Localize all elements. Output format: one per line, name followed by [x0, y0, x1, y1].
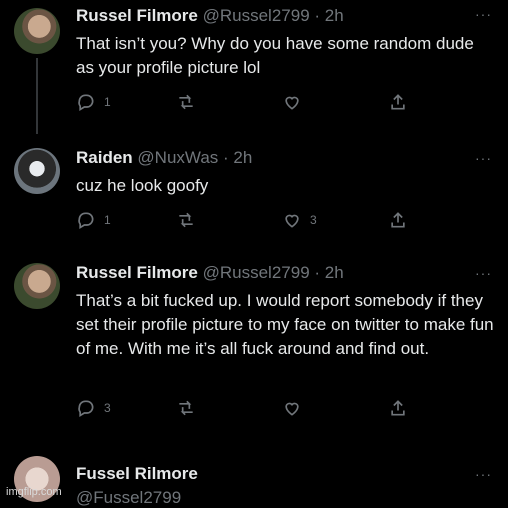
more-icon[interactable]: ···	[475, 265, 492, 281]
tweet-3[interactable]: Russel Filmore @Russel2799 · 2h ··· That…	[0, 255, 508, 435]
tweet-actions: 3	[76, 398, 406, 420]
tweet-time[interactable]: · 2h	[314, 6, 343, 25]
author-handle[interactable]: @Fussel2799	[76, 488, 181, 508]
reply-button[interactable]: 1	[76, 210, 111, 230]
like-icon	[285, 214, 299, 228]
like-count: 3	[310, 213, 317, 227]
like-button[interactable]: 3	[282, 210, 317, 230]
tweet-actions: 1	[76, 92, 406, 114]
reply-icon	[78, 400, 94, 417]
share-icon	[391, 212, 405, 228]
reply-count: 3	[104, 401, 111, 415]
tweet-time[interactable]: · 2h	[223, 148, 252, 167]
tweet-header: Raiden @NuxWas · 2h	[76, 148, 252, 168]
author-name[interactable]: Raiden	[76, 148, 133, 167]
thread-line	[36, 58, 38, 134]
like-button[interactable]	[282, 92, 302, 112]
author-handle[interactable]: @Russel2799	[203, 6, 310, 25]
tweet-text: cuz he look goofy	[76, 176, 209, 195]
tweet-time[interactable]: · 2h	[314, 263, 343, 282]
avatar[interactable]	[14, 263, 60, 309]
reply-count: 1	[104, 213, 111, 227]
more-icon[interactable]: ···	[475, 150, 492, 166]
like-icon	[285, 402, 299, 416]
tweet-text: That’s a bit fucked up. I would report s…	[76, 291, 494, 358]
tweet-1[interactable]: Russel Filmore @Russel2799 · 2h ··· That…	[0, 0, 508, 134]
share-icon	[391, 400, 405, 416]
more-icon[interactable]: ···	[475, 466, 492, 482]
retweet-icon	[179, 94, 193, 110]
reply-icon	[78, 212, 94, 229]
retweet-button[interactable]	[176, 210, 196, 230]
share-button[interactable]	[388, 92, 408, 112]
tweet-4[interactable]: Fussel Rilmore ··· @Fussel2799	[0, 448, 508, 507]
avatar[interactable]	[14, 148, 60, 194]
tweet-header: Russel Filmore @Russel2799 · 2h	[76, 263, 344, 283]
author-name[interactable]: Russel Filmore	[76, 263, 198, 282]
tweet-header: Fussel Rilmore	[76, 464, 198, 484]
author-name[interactable]: Russel Filmore	[76, 6, 198, 25]
author-handle[interactable]: @Russel2799	[203, 263, 310, 282]
tweet-actions: 1 3	[76, 210, 406, 232]
reply-button[interactable]: 3	[76, 398, 111, 418]
watermark: imgflip.com	[6, 486, 62, 498]
author-handle[interactable]: @NuxWas	[137, 148, 218, 167]
reply-count: 1	[104, 95, 111, 109]
retweet-button[interactable]	[176, 398, 196, 418]
retweet-icon	[179, 400, 193, 416]
author-name[interactable]: Fussel Rilmore	[76, 464, 198, 483]
share-button[interactable]	[388, 398, 408, 418]
like-button[interactable]	[282, 398, 302, 418]
tweet-2[interactable]: Raiden @NuxWas · 2h ··· cuz he look goof…	[0, 140, 508, 250]
like-icon	[285, 96, 299, 110]
share-icon	[391, 94, 405, 110]
tweet-header: Russel Filmore @Russel2799 · 2h	[76, 6, 344, 26]
avatar[interactable]	[14, 8, 60, 54]
tweet-text: That isn’t you? Why do you have some ran…	[76, 34, 474, 77]
share-button[interactable]	[388, 210, 408, 230]
reply-button[interactable]: 1	[76, 92, 111, 112]
retweet-icon	[179, 212, 193, 228]
more-icon[interactable]: ···	[475, 6, 492, 22]
reply-icon	[78, 94, 94, 111]
retweet-button[interactable]	[176, 92, 196, 112]
